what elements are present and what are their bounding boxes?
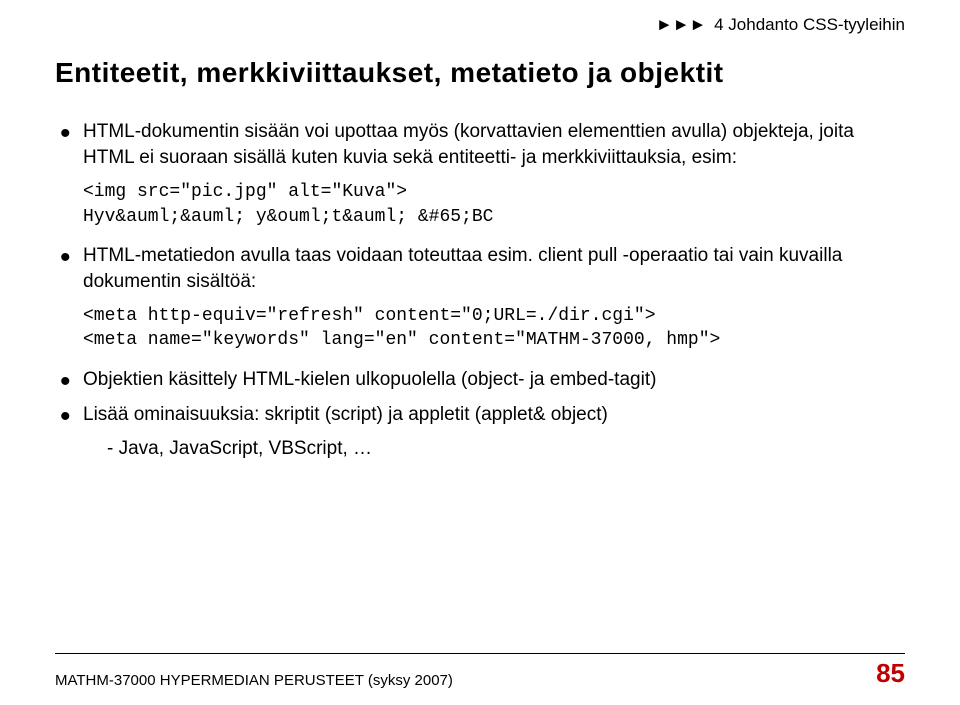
bullet-4-text: Lisää ominaisuuksia: skriptit (script) j… bbox=[83, 404, 608, 425]
bullet-1: HTML-dokumentin sisään voi upottaa myös … bbox=[55, 119, 905, 170]
content-list-2: HTML-metatiedon avulla taas voidaan tote… bbox=[55, 243, 905, 294]
code-block-2: <meta http-equiv="refresh" content="0;UR… bbox=[83, 304, 905, 353]
footer: MATHM-37000 HYPERMEDIAN PERUSTEET (syksy… bbox=[55, 653, 905, 689]
code-block-1: <img src="pic.jpg" alt="Kuva"> Hyv&auml;… bbox=[83, 180, 905, 229]
bullet-4: Lisää ominaisuuksia: skriptit (script) j… bbox=[55, 402, 905, 461]
breadcrumb: ►►► 4 Johdanto CSS-tyyleihin bbox=[55, 15, 905, 35]
footer-left: MATHM-37000 HYPERMEDIAN PERUSTEET (syksy… bbox=[55, 672, 453, 689]
breadcrumb-arrows: ►►► bbox=[656, 15, 706, 34]
page-title: Entiteetit, merkkiviittaukset, metatieto… bbox=[55, 57, 905, 89]
breadcrumb-text: 4 Johdanto CSS-tyyleihin bbox=[714, 15, 905, 34]
bullet-2: HTML-metatiedon avulla taas voidaan tote… bbox=[55, 243, 905, 294]
sub-bullet-1: Java, JavaScript, VBScript, … bbox=[107, 436, 905, 462]
content-list: HTML-dokumentin sisään voi upottaa myös … bbox=[55, 119, 905, 170]
page-number: 85 bbox=[876, 658, 905, 689]
bullet-3: Objektien käsittely HTML-kielen ulkopuol… bbox=[55, 367, 905, 393]
sub-list: Java, JavaScript, VBScript, … bbox=[107, 436, 905, 462]
content-list-3: Objektien käsittely HTML-kielen ulkopuol… bbox=[55, 367, 905, 462]
